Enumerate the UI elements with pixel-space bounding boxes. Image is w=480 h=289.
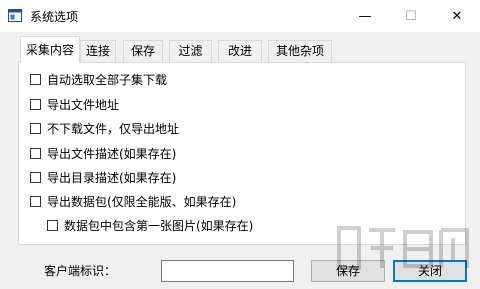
tab-label: 其他杂项 (275, 44, 324, 58)
tab-misc[interactable]: 其他杂项 (268, 40, 332, 62)
option-export-data-package[interactable]: 导出数据包(仅限全能版、如果存在) (30, 193, 236, 209)
option-export-file-description[interactable]: 导出文件描述(如果存在) (30, 145, 176, 161)
close-icon: ✕ (451, 8, 463, 24)
save-button-label: 保存 (335, 264, 360, 278)
maximize-icon: ☐ (405, 8, 417, 24)
option-label: 导出目录描述(如果存在) (47, 170, 177, 185)
option-label: 导出文件地址 (47, 97, 120, 112)
option-label: 导出文件描述(如果存在) (47, 146, 177, 161)
tab-save[interactable]: 保存 (123, 40, 163, 62)
checkbox[interactable] (30, 195, 41, 207)
option-label: 数据包中包含第一张图片(如果存在) (64, 218, 254, 233)
tab-collect-content[interactable]: 采集内容 (20, 36, 80, 63)
client-id-label: 客户端标识： (44, 264, 117, 278)
checkbox[interactable] (30, 98, 41, 110)
minimize-icon: — (358, 8, 372, 24)
tab-improve[interactable]: 改进 (218, 40, 262, 62)
tab-label: 改进 (227, 44, 252, 58)
tab-label: 采集内容 (25, 43, 74, 57)
app-window-icon (8, 9, 22, 22)
close-button-label: 关闭 (417, 264, 442, 278)
save-button[interactable]: 保存 (311, 260, 385, 282)
title-bar: 系统选项 — ☐ ✕ (0, 0, 480, 32)
checkbox[interactable] (30, 73, 41, 85)
window-title: 系统选项 (30, 10, 79, 24)
option-label: 不下载文件，仅导出地址 (47, 121, 180, 136)
close-button[interactable]: 关闭 (393, 260, 467, 282)
option-no-download-export-only[interactable]: 不下载文件，仅导出地址 (30, 120, 179, 136)
checkbox[interactable] (30, 122, 41, 134)
checkbox[interactable] (30, 171, 41, 183)
tab-filter[interactable]: 过滤 (169, 40, 212, 62)
client-id-input[interactable] (161, 260, 294, 282)
checkbox[interactable] (47, 219, 58, 231)
option-auto-select-all-subsets[interactable]: 自动选取全部子集下载 (30, 71, 167, 87)
tab-label: 保存 (130, 44, 155, 58)
option-export-file-address[interactable]: 导出文件地址 (30, 96, 119, 112)
maximize-button[interactable]: ☐ (388, 0, 434, 32)
checkbox[interactable] (30, 147, 41, 159)
tab-label: 连接 (85, 44, 110, 58)
option-label: 导出数据包(仅限全能版、如果存在) (47, 194, 237, 209)
option-label: 自动选取全部子集下载 (47, 72, 168, 87)
tab-label: 过滤 (178, 44, 203, 58)
tab-connection[interactable]: 连接 (80, 40, 116, 62)
option-export-directory-description[interactable]: 导出目录描述(如果存在) (30, 169, 176, 185)
close-window-button[interactable]: ✕ (434, 0, 480, 32)
option-include-first-image[interactable]: 数据包中包含第一张图片(如果存在) (47, 217, 253, 233)
minimize-button[interactable]: — (342, 0, 388, 32)
